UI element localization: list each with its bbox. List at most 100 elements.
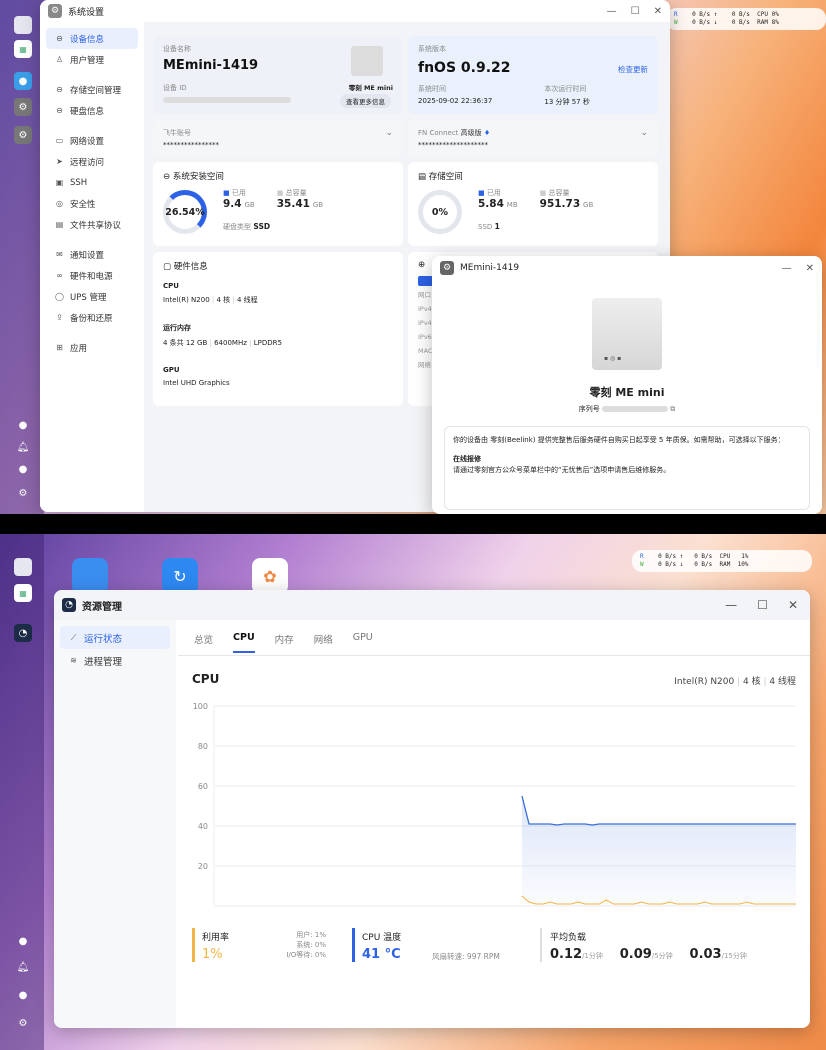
- sidebar-item-disks[interactable]: ⊖ 硬盘信息: [46, 100, 138, 121]
- update-icon[interactable]: ●: [14, 932, 32, 950]
- fn-connect-value: ********************: [418, 141, 488, 149]
- settings-active-icon[interactable]: ⚙: [14, 126, 32, 144]
- diamond-icon: ♦: [483, 129, 491, 137]
- feiniu-account-card[interactable]: 飞牛账号 **************** ⌄: [153, 120, 403, 156]
- gear-icon[interactable]: ⚙: [14, 484, 32, 502]
- close-button[interactable]: ✕: [788, 598, 798, 612]
- tab-gpu[interactable]: GPU: [353, 632, 373, 653]
- ports-icon: ▪ ◎ ▪: [604, 355, 622, 362]
- hardware-title: 硬件信息: [173, 262, 208, 272]
- cpu-title: CPU: [192, 672, 220, 686]
- resource-monitor-icon[interactable]: ◔: [14, 624, 32, 642]
- network-status-widget: R 0 B/s ↑ 0 B/s CPU 1% W 0 B/s ↓ 0 B/s R…: [632, 550, 812, 572]
- fn-connect-card[interactable]: FN Connect 高级版 ♦ ******************** ⌄: [408, 120, 658, 156]
- tab-overview[interactable]: 总览: [194, 632, 213, 653]
- used-value: 9.4: [223, 198, 242, 210]
- desktop-icon[interactable]: [14, 16, 32, 34]
- minimize-button[interactable]: —: [782, 263, 792, 274]
- photos-app-icon[interactable]: ✿: [252, 558, 288, 594]
- y-tick-label: 80: [198, 742, 208, 751]
- repair-text: 请通过零刻官方公众号菜单栏中的“无忧售后”选项申请售后维修服务。: [453, 466, 671, 474]
- sidebar-label: 设备信息: [70, 34, 105, 45]
- storage-title: 存储空间: [428, 172, 463, 182]
- load-5min: 0.09: [619, 947, 652, 962]
- copy-icon[interactable]: ⧉: [670, 405, 675, 413]
- sidebar-item-hardware-power[interactable]: ∞ 硬件和电源: [46, 265, 138, 286]
- bell-icon[interactable]: 🔔︎: [14, 958, 32, 976]
- sidebar-label: SSH: [70, 177, 88, 188]
- resource-manager-window: ◔ 资源管理 — ☐ ✕ ⟋ 运行状态 ≋ 进程管理 总览 CPU 内存 网络 GPU …: [54, 590, 810, 1028]
- cpu-cores: 4 核: [743, 677, 761, 687]
- device-image: ▪ ◎ ▪: [592, 298, 662, 370]
- load-15min: 0.03: [689, 947, 722, 962]
- minimize-button[interactable]: —: [725, 598, 737, 612]
- sync-app-icon[interactable]: ↻: [162, 558, 198, 594]
- sidebar-item-security[interactable]: ◎ 安全性: [46, 193, 138, 214]
- settings-app-icon: ⚙: [48, 4, 62, 18]
- gear-icon[interactable]: ⚙: [14, 1014, 32, 1032]
- layers-icon: ≋: [70, 656, 77, 665]
- power-icon: ∞: [56, 271, 63, 280]
- dock: ▦ ◔ ● 🔔︎ ● ⚙: [0, 534, 44, 1050]
- io-label: I/O等待:: [286, 951, 313, 959]
- storage-icon: ⊖: [56, 85, 63, 94]
- sidebar-label: 网络设置: [70, 136, 105, 147]
- update-icon[interactable]: ●: [14, 416, 32, 434]
- sidebar-item-remote[interactable]: ➤ 远程访问: [46, 151, 138, 172]
- tab-cpu[interactable]: CPU: [233, 632, 255, 653]
- temp-value: 41 °C: [362, 947, 401, 962]
- maximize-button[interactable]: ☐: [757, 598, 768, 612]
- sidebar-item-processes[interactable]: ≋ 进程管理: [60, 649, 170, 672]
- tab-memory[interactable]: 内存: [275, 632, 294, 653]
- check-update-link[interactable]: 检查更新: [618, 64, 648, 75]
- total-label: 总容量: [548, 189, 570, 197]
- sidebar-item-storage[interactable]: ⊖ 存储空间管理: [46, 79, 138, 100]
- sidebar-item-notifications[interactable]: ✉ 通知设置: [46, 244, 138, 265]
- maximize-button[interactable]: ☐: [631, 6, 640, 17]
- sidebar-item-status[interactable]: ⟋ 运行状态: [60, 626, 170, 649]
- sidebar-item-network[interactable]: ▭ 网络设置: [46, 130, 138, 151]
- tab-network[interactable]: 网络: [314, 632, 333, 653]
- disk-type-value: SSD: [253, 222, 271, 231]
- sidebar-item-ups[interactable]: ◯ UPS 管理: [46, 286, 138, 307]
- files-app-icon[interactable]: [72, 558, 108, 594]
- apps-grid-icon[interactable]: ▦: [14, 40, 32, 58]
- legend-used-icon: ■: [478, 189, 485, 197]
- settings-dock-icon[interactable]: ⚙: [14, 98, 32, 116]
- chevron-down-icon[interactable]: ⌄: [640, 128, 648, 138]
- memory-type: LPDDR5: [253, 339, 282, 347]
- app-icon[interactable]: ●: [14, 72, 32, 90]
- apps-grid-icon[interactable]: ▦: [14, 584, 32, 602]
- close-button[interactable]: ✕: [654, 6, 662, 17]
- desktop-icon[interactable]: [14, 558, 32, 576]
- sidebar-item-backup[interactable]: ⇪ 备份和还原: [46, 307, 138, 328]
- user-icon[interactable]: ●: [14, 986, 32, 1004]
- sidebar-item-file-sharing[interactable]: ▤ 文件共享协议: [46, 214, 138, 235]
- bell-icon[interactable]: 🔔︎: [14, 438, 32, 456]
- chevron-down-icon[interactable]: ⌄: [385, 128, 393, 138]
- cpu-model: Intel(R) N200: [163, 296, 210, 304]
- used-unit: GB: [244, 201, 255, 209]
- uptime-label: 本次运行时间: [544, 85, 587, 93]
- shield-icon: ◯: [55, 292, 64, 301]
- sidebar-item-users[interactable]: ♙ 用户管理: [46, 49, 138, 70]
- monitor-icon: ▭: [55, 136, 64, 145]
- device-id-blurred: [163, 97, 291, 103]
- serial-label: 序列号: [578, 405, 600, 413]
- total-value: 35.41: [276, 198, 310, 210]
- more-info-button[interactable]: 查看更多信息: [340, 94, 391, 108]
- sidebar-label: 安全性: [70, 199, 96, 210]
- user-icon[interactable]: ●: [14, 460, 32, 478]
- disk-icon: ⊖: [163, 172, 171, 182]
- sidebar-label: 存储空间管理: [70, 85, 122, 96]
- sidebar-item-device-info[interactable]: ⊖ 设备信息: [46, 28, 138, 49]
- user-label: 用户:: [296, 931, 313, 939]
- cpu-usage-chart: 100 80 60 40 20: [193, 702, 796, 907]
- sidebar-item-apps[interactable]: ⊞ 应用: [46, 337, 138, 358]
- resource-manager-screenshot: ▦ ◔ ● 🔔︎ ● ⚙ ↻ ✿ R 0 B/s ↑ 0 B/s CPU 1% …: [0, 534, 826, 1050]
- disk-icon: ⊖: [56, 34, 63, 43]
- device-model: 零刻 ME mini: [348, 84, 393, 92]
- sidebar-item-ssh[interactable]: ▣ SSH: [46, 172, 138, 193]
- close-button[interactable]: ✕: [806, 263, 814, 274]
- minimize-button[interactable]: —: [607, 6, 617, 17]
